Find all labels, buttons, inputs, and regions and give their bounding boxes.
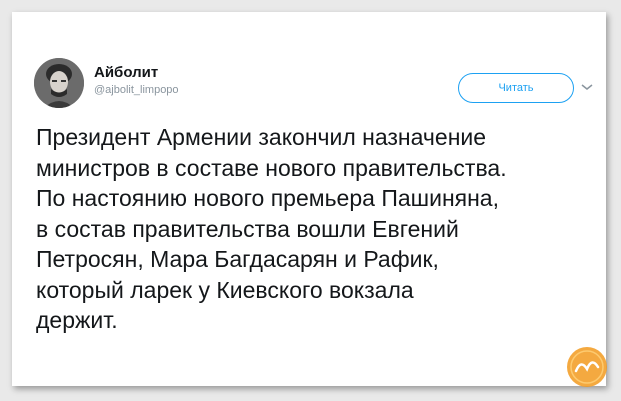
chevron-down-icon[interactable] [580, 82, 594, 92]
tweet-text-line: По настоянию нового премьера Пашиняна, [36, 185, 499, 211]
avatar[interactable] [34, 58, 84, 108]
tweet-text-line: который ларек у Киевского вокзала [36, 276, 414, 303]
tweet-text-line: Петросян, Мара Багдасарян и Рафик, [36, 246, 439, 272]
follow-button[interactable]: Читать [458, 73, 574, 103]
avatar-icon [34, 58, 84, 108]
tweet-card: Айболит @ajbolit_limpopo Читать Президен… [12, 12, 607, 387]
tweet-text: Президент Армении закончил назначение ми… [36, 122, 604, 336]
logo-watermark [567, 347, 607, 387]
user-handle[interactable]: @ajbolit_limpopo [94, 84, 179, 96]
tweet-text-line: в состав правительства вошли Евгений [36, 215, 459, 242]
tweet-text-line: держит. [36, 307, 118, 333]
tweet-text-line: Президент Армении закончил назначение [36, 124, 487, 150]
tweet-text-line: министров в составе нового правительства… [36, 154, 507, 181]
display-name[interactable]: Айболит [94, 64, 158, 81]
